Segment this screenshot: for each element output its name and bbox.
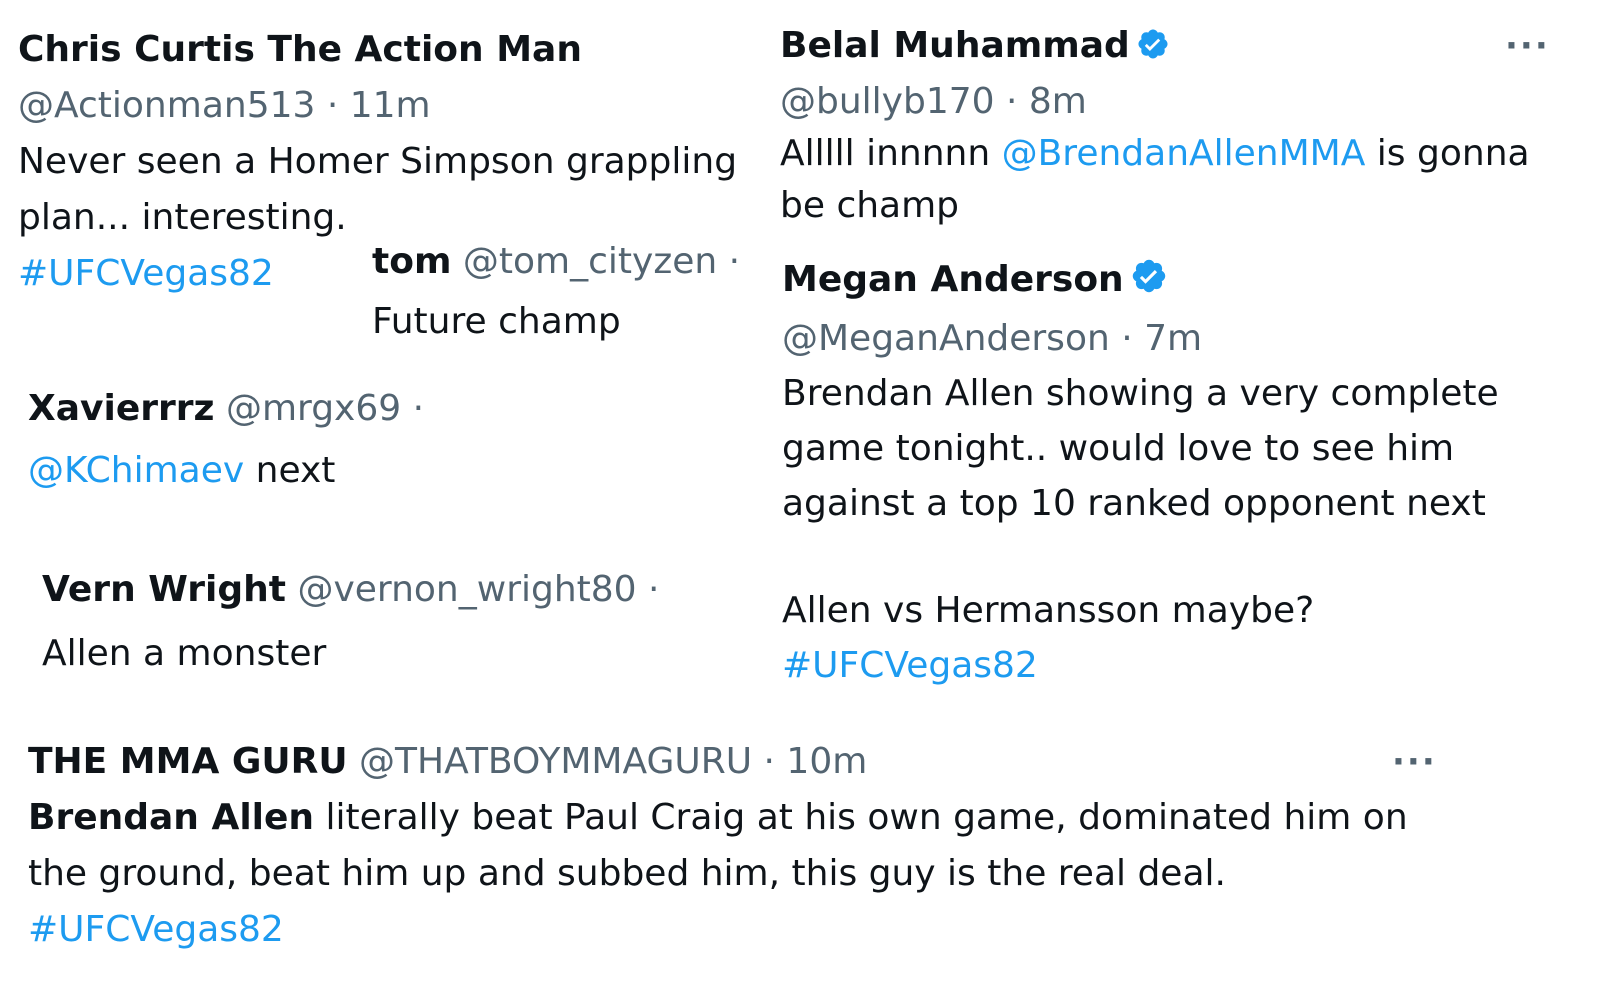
author-name[interactable]: Xavierrrz: [28, 388, 215, 429]
tweet-text: next: [244, 450, 336, 491]
tweet-text: Alllll innnnn: [780, 133, 1002, 174]
author-name[interactable]: Belal Muhammad: [780, 25, 1130, 66]
tweet-text-line: Allen vs Hermansson maybe?: [782, 590, 1315, 631]
author-handle[interactable]: @tom_cityzen: [463, 241, 717, 282]
tweet-text-line: the ground, beat him up and subbed him, …: [28, 853, 1226, 894]
author-handle[interactable]: @mrgx69: [226, 388, 401, 429]
author-name[interactable]: Chris Curtis The Action Man: [18, 29, 582, 70]
separator: ·: [636, 569, 660, 610]
tweet-text-line: be champ: [780, 185, 960, 226]
tweet-text: is gonna: [1365, 133, 1530, 174]
tweet-belal-muhammad: Belal Muhammad @bullyb170 · 8m Alllll in…: [780, 20, 1530, 232]
bold-text: Brendan Allen: [28, 797, 315, 838]
hashtag-link[interactable]: #UFCVegas82: [18, 253, 274, 294]
hashtag-link[interactable]: #UFCVegas82: [28, 909, 284, 950]
author-name[interactable]: Megan Anderson: [782, 259, 1124, 300]
tweet-text-line: Future champ: [372, 301, 621, 342]
separator: ·: [994, 81, 1029, 122]
author-handle[interactable]: @MeganAnderson: [782, 318, 1110, 359]
tweet-text-line: Allen a monster: [42, 633, 327, 674]
more-options-icon[interactable]: ···: [1505, 26, 1550, 66]
author-handle[interactable]: @THATBOYMMAGURU: [359, 741, 752, 782]
separator: ·: [315, 85, 350, 126]
tweet-mma-guru: THE MMA GURU @THATBOYMMAGURU · 10m Brend…: [28, 734, 1408, 958]
separator: ·: [752, 741, 787, 782]
tweet-text-line: Never seen a Homer Simpson grappling: [18, 141, 738, 182]
timestamp[interactable]: 10m: [786, 741, 867, 782]
paragraph-break: [782, 531, 1499, 583]
tweet-xavierrrz: Xavierrrz @mrgx69 · @KChimaev next: [28, 378, 424, 502]
author-handle[interactable]: @bullyb170: [780, 81, 995, 122]
separator: ·: [1109, 318, 1145, 359]
tweet-collage: Chris Curtis The Action Man @Actionman51…: [0, 0, 1600, 1000]
timestamp[interactable]: 7m: [1144, 318, 1202, 359]
author-name[interactable]: THE MMA GURU: [28, 741, 348, 782]
author-handle[interactable]: @vernon_wright80: [297, 569, 636, 610]
timestamp[interactable]: 11m: [350, 85, 431, 126]
mention-link[interactable]: @BrendanAllenMMA: [1002, 133, 1366, 174]
tweet-text-line: game tonight.. would love to see him: [782, 428, 1455, 469]
tweet-text-line: against a top 10 ranked opponent next: [782, 483, 1486, 524]
separator: ·: [717, 241, 741, 282]
timestamp[interactable]: 8m: [1029, 81, 1087, 122]
author-name[interactable]: tom: [372, 241, 451, 282]
verified-badge-icon: [1136, 24, 1170, 76]
mention-link[interactable]: @KChimaev: [28, 450, 244, 491]
tweet-vern-wright: Vern Wright @vernon_wright80 · Allen a m…: [42, 558, 659, 686]
author-handle[interactable]: @Actionman513: [18, 85, 315, 126]
hashtag-link[interactable]: #UFCVegas82: [782, 645, 1038, 686]
more-options-icon[interactable]: ···: [1392, 742, 1437, 782]
tweet-tom: tom @tom_cityzen · Future champ: [372, 232, 740, 352]
separator: ·: [401, 388, 425, 429]
verified-badge-icon: [1130, 256, 1168, 311]
author-name[interactable]: Vern Wright: [42, 569, 286, 610]
tweet-text: literally beat Paul Craig at his own gam…: [314, 797, 1408, 838]
tweet-text-line: Brendan Allen showing a very complete: [782, 373, 1499, 414]
tweet-megan-anderson: Megan Anderson @MeganAnderson · 7m Brend…: [782, 252, 1499, 693]
